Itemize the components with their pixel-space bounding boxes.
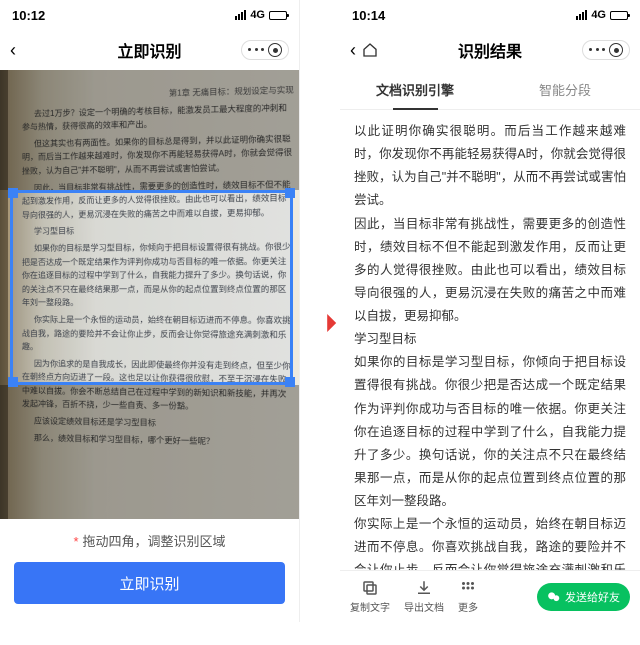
battery-icon xyxy=(610,11,628,20)
status-bar: 10:14 4G xyxy=(340,0,640,30)
back-icon[interactable]: ‹ xyxy=(10,40,16,61)
bottom-toolbar: 复制文字 导出文档 更多 发送给好友 xyxy=(340,570,640,622)
status-time: 10:12 xyxy=(12,8,45,23)
status-bar: 10:12 4G xyxy=(0,0,299,30)
more-icon[interactable] xyxy=(589,48,605,52)
crop-shade-top xyxy=(0,70,299,190)
result-paragraph: 你实际上是一个永恒的运动员，始终在朝目标迈进而不停息。你喜欢挑战自我，路途的要险… xyxy=(354,513,626,570)
result-paragraph: 以此证明你确实很聪明。而后当工作越来越难时，你发现你不再能轻易获得A时，你就会觉… xyxy=(354,120,626,213)
close-miniapp-icon[interactable] xyxy=(609,43,623,57)
crop-shade-bottom xyxy=(0,385,299,519)
image-crop-area[interactable]: 第1章 无痛目标：规划设定与实现 去过1万步？设定一个明确的考核目标，能激发员工… xyxy=(0,70,299,519)
home-icon[interactable] xyxy=(362,42,378,58)
battery-icon xyxy=(269,11,287,20)
tab-segment[interactable]: 智能分段 xyxy=(490,70,640,109)
result-paragraph: 如果你的目标是学习型目标，你倾向于把目标设置得很有挑战。你很少把是否达成一个既定… xyxy=(354,351,626,513)
tab-engine[interactable]: 文档识别引擎 xyxy=(340,70,490,109)
nav-bar: ‹ 立即识别 xyxy=(0,30,299,70)
status-indicators: 4G xyxy=(576,9,628,21)
recognize-button[interactable]: 立即识别 xyxy=(14,562,285,604)
signal-icon xyxy=(576,10,587,20)
export-action[interactable]: 导出文档 xyxy=(404,579,444,614)
wechat-icon xyxy=(547,590,561,604)
status-time: 10:14 xyxy=(352,8,385,23)
signal-label: 4G xyxy=(250,9,265,21)
copy-icon xyxy=(361,579,379,597)
right-screenshot: 10:14 4G ‹ 识别结果 文档识别引擎 智能分段 以此证明你确实很聪明。而… xyxy=(340,0,640,622)
nav-title: 识别结果 xyxy=(458,38,522,62)
nav-bar: ‹ 识别结果 xyxy=(340,30,640,70)
more-icon[interactable] xyxy=(248,48,264,52)
share-button[interactable]: 发送给好友 xyxy=(537,583,630,611)
left-screenshot: 10:12 4G ‹ 立即识别 第1章 无痛目标：规划设定与实现 去过1万步？设… xyxy=(0,0,300,622)
more-action[interactable]: 更多 xyxy=(458,579,478,614)
close-miniapp-icon[interactable] xyxy=(268,43,282,57)
signal-label: 4G xyxy=(591,9,606,21)
signal-icon xyxy=(235,10,246,20)
hint-text: *拖动四角，调整识别区域 xyxy=(0,519,299,562)
result-paragraph: 因此，当目标非常有挑战性，需要更多的创造性时，绩效目标不但不能起到激发作用，反而… xyxy=(354,213,626,329)
copy-action[interactable]: 复制文字 xyxy=(350,579,390,614)
nav-title: 立即识别 xyxy=(117,38,181,62)
tabs: 文档识别引擎 智能分段 xyxy=(340,70,640,110)
status-indicators: 4G xyxy=(235,9,287,21)
arrow-icon xyxy=(302,310,338,336)
result-text[interactable]: 以此证明你确实很聪明。而后当工作越来越难时，你发现你不再能轻易获得A时，你就会觉… xyxy=(340,110,640,570)
more-grid-icon xyxy=(459,579,477,597)
capsule-menu[interactable] xyxy=(582,40,630,60)
result-paragraph: 学习型目标 xyxy=(354,328,626,351)
export-icon xyxy=(415,579,433,597)
back-icon[interactable]: ‹ xyxy=(350,40,356,61)
capsule-menu[interactable] xyxy=(241,40,289,60)
